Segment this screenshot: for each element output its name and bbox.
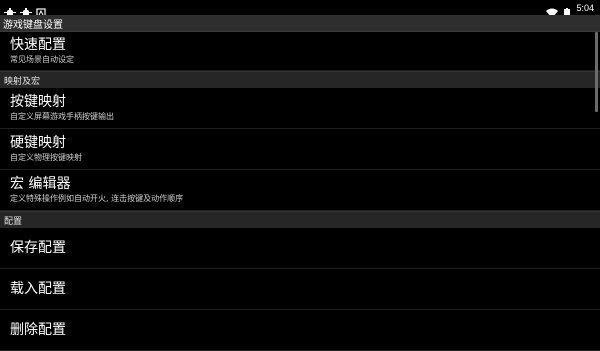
item-title: 删除配置 [10,321,66,338]
item-title: 宏 编辑器 [10,176,71,192]
load-config-item[interactable]: 载入配置 [0,269,600,310]
item-subtitle: 自定义屏幕游戏手柄按键输出 [10,112,114,121]
settings-list: 快速配置 常见场景自动设定 映射及宏 按键映射 自定义屏幕游戏手柄按键输出 硬键… [0,32,600,351]
app-title-bar: 游戏键盘设置 [0,15,600,32]
key-mapping-item[interactable]: 按键映射 自定义屏幕游戏手柄按键输出 [0,88,600,129]
page-title: 游戏键盘设置 [3,19,63,31]
macro-editor-item[interactable]: 宏 编辑器 定义特殊操作例如自动开火, 连击按键及动作顺序 [0,170,600,211]
quick-config-item[interactable]: 快速配置 常见场景自动设定 [0,32,600,71]
section-title: 映射及宏 [4,76,41,87]
item-subtitle: 定义特殊操作例如自动开火, 连击按键及动作顺序 [10,194,184,203]
delete-config-item[interactable]: 删除配置 [0,310,600,351]
bug-icon [20,3,32,17]
status-bar-notifications [0,3,48,18]
item-title: 硬键映射 [10,135,66,151]
item-title: 载入配置 [10,280,66,297]
item-subtitle: 自定义物理按键映射 [10,153,82,162]
save-config-item[interactable]: 保存配置 [0,228,600,269]
section-title: 配置 [4,216,23,227]
status-time: 5:04 [576,2,594,13]
section-header-config: 配置 [0,211,600,228]
scrollbar[interactable] [595,32,598,112]
notification-icon [36,3,48,18]
item-title: 快速配置 [10,37,66,53]
section-header-mapping: 映射及宏 [0,71,600,88]
bug-icon [4,3,16,17]
item-title: 保存配置 [10,239,66,256]
hardkey-mapping-item[interactable]: 硬键映射 自定义物理按键映射 [0,129,600,170]
battery-icon [564,3,571,18]
item-subtitle: 常见场景自动设定 [10,55,74,64]
item-title: 按键映射 [10,94,66,110]
status-bar: 5:04 [0,0,600,18]
wifi-icon [546,3,559,18]
